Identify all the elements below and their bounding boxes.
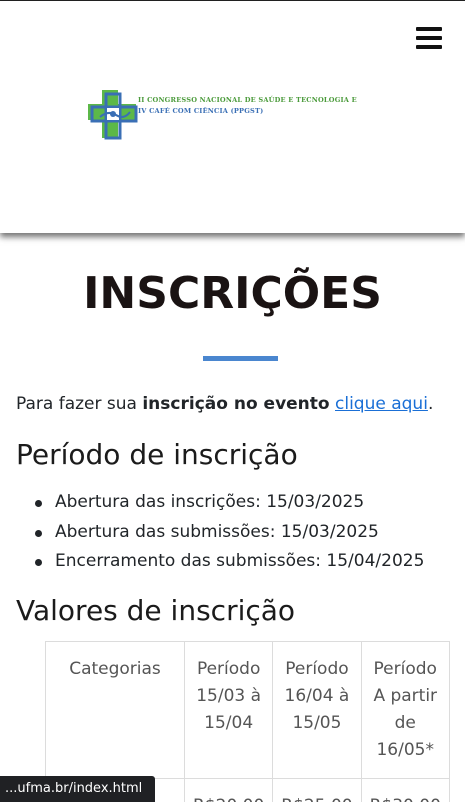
list-item: Encerramento das submissões: 15/04/2025 [34,547,424,577]
table-header-cell: Período 16/04 à 15/05 [272,641,362,779]
congress-logo[interactable]: II CONGRESSO NACIONAL DE SAÚDE E TECNOLO… [86,88,357,142]
intro-prefix: Para fazer sua [16,394,143,414]
periodo-heading: Período de inscrição [16,438,298,471]
table-header-row: Categorias Período 15/03 à 15/04 Período… [45,641,450,779]
table-header-cell: Período A partir de 16/05* [360,641,450,779]
table-cell: R$25,00 [272,778,362,802]
intro-bold: inscrição no evento [142,394,330,414]
table-cell: R$20,00 [183,778,274,802]
intro-suffix: . [427,394,434,414]
valores-heading: Valores de inscrição [16,594,296,627]
page-title: INSCRIÇÕES [83,268,382,319]
status-bar-url: ...ufma.br/index.html [0,776,155,802]
logo-line-2: IV CAFÉ COM CIÊNCIA (PPGST) [138,107,264,115]
congress-logo-icon [88,90,138,140]
list-item: Abertura das submissões: 15/03/2025 [34,518,424,548]
hamburger-menu-icon[interactable] [416,27,444,49]
table-header-cell: Período 15/03 à 15/04 [183,641,274,779]
register-link[interactable]: clique aqui [335,394,428,414]
logo-text: II CONGRESSO NACIONAL DE SAÚDE E TECNOLO… [138,95,357,117]
table-header-cell: Categorias [45,641,185,779]
site-header: II CONGRESSO NACIONAL DE SAÚDE E TECNOLO… [0,1,465,233]
list-item: Abertura das inscrições: 15/03/2025 [34,488,424,518]
title-underline [203,356,278,361]
periods-list: Abertura das inscrições: 15/03/2025 Aber… [34,488,424,577]
table-cell: R$30,00 [360,778,450,802]
intro-paragraph: Para fazer sua inscrição no evento cliqu… [16,392,456,416]
logo-line-1: II CONGRESSO NACIONAL DE SAÚDE E TECNOLO… [138,96,357,104]
